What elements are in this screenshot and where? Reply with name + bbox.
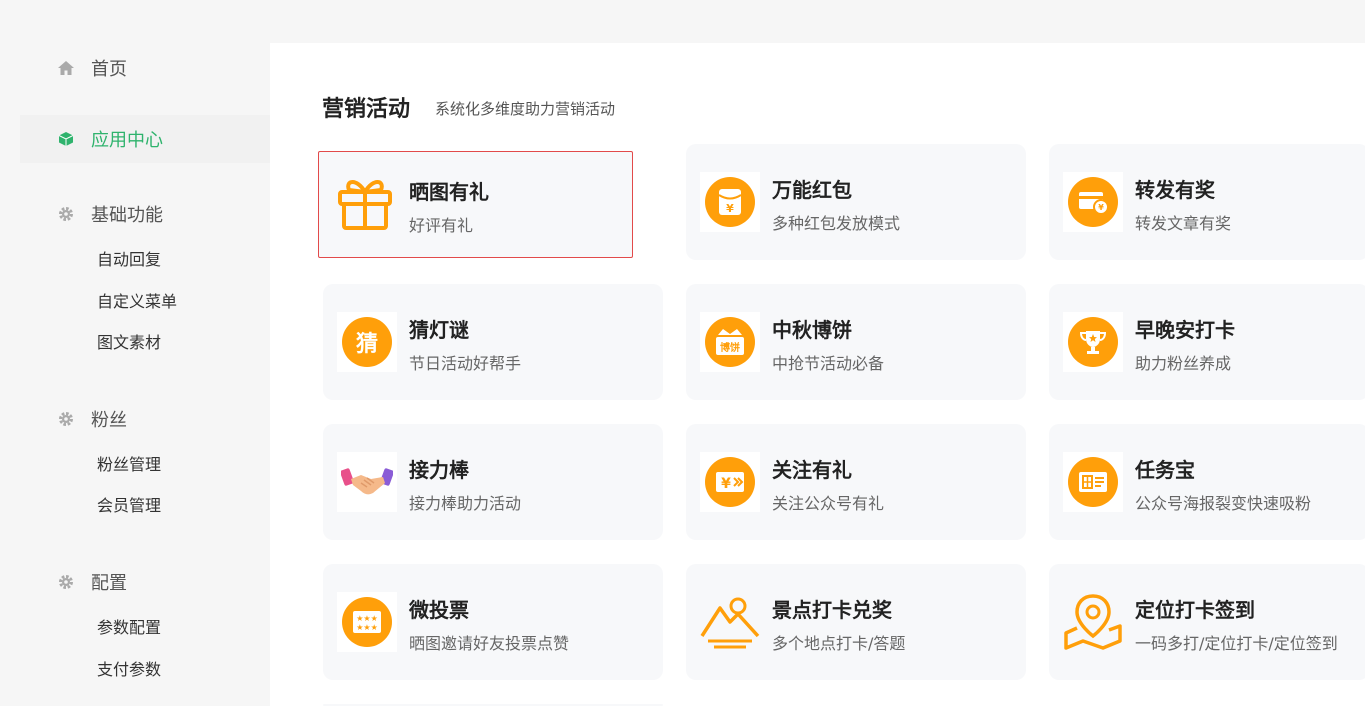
card-photo-gift[interactable]: 晒图有礼 好评有礼 [318,151,633,258]
red-envelope-icon: ¥ [700,172,760,232]
gear-icon [57,573,75,591]
card-red-envelope[interactable]: ¥ 万能红包 多种红包发放模式 [686,144,1026,260]
nav-basic-label: 基础功能 [91,205,163,226]
card-relay-baton[interactable]: 接力棒 接力棒助力活动 [323,424,663,540]
mountain-icon [700,592,760,652]
nav-home-label: 首页 [91,59,127,80]
cube-icon [57,130,75,148]
svg-text:博饼: 博饼 [720,341,740,354]
card-task-treasure[interactable]: 任务宝 公众号海报裂变快速吸粉 [1049,424,1365,540]
card-title: 景点打卡兑奖 [772,598,892,622]
nav-home[interactable]: 首页 [0,44,270,92]
nav-basic[interactable]: 基础功能 [0,190,270,238]
nav-fans[interactable]: 粉丝 [0,395,270,443]
card-desc: 关注公众号有礼 [772,494,885,513]
follow-gift-icon: ¥ [700,452,760,512]
card-share-reward[interactable]: ¥ 转发有奖 转发文章有奖 [1049,144,1365,260]
card-desc: 转发文章有奖 [1135,214,1232,233]
vote-icon: ★★★ ★★★ [337,592,397,652]
card-mid-autumn-dice[interactable]: 博饼 中秋博饼 中抢节活动必备 [686,284,1026,400]
card-lantern-riddle[interactable]: 猜 猜灯谜 节日活动好帮手 [323,284,663,400]
card-morning-checkin[interactable]: 早晚安打卡 助力粉丝养成 [1049,284,1365,400]
handshake-icon [337,452,397,512]
card-location-checkin[interactable]: 定位打卡签到 一码多打/定位打卡/定位签到 [1049,564,1365,680]
task-icon [1063,452,1123,512]
svg-text:¥: ¥ [721,476,731,492]
section-title: 营销活动 [322,97,411,122]
riddle-icon: 猜 [337,312,397,372]
location-pin-icon [1063,592,1123,652]
svg-text:¥: ¥ [726,202,734,215]
nav-member-management[interactable]: 会员管理 [97,494,161,518]
card-desc: 接力棒助力活动 [409,494,522,513]
nav-config[interactable]: 配置 [0,558,270,606]
nav-payment-params[interactable]: 支付参数 [97,658,161,682]
card-follow-gift[interactable]: ¥ 关注有礼 关注公众号有礼 [686,424,1026,540]
card-title: 早晚安打卡 [1135,318,1235,342]
nav-param-config[interactable]: 参数配置 [97,616,161,640]
nav-fans-label: 粉丝 [91,410,127,431]
card-title: 晒图有礼 [409,180,489,204]
gear-icon [57,410,75,428]
home-icon [57,59,75,77]
card-title: 万能红包 [772,178,852,202]
main-panel: 营销活动 系统化多维度助力营销活动 晒图有礼 好评有礼 ¥ 万能红包 多种红包发… [270,43,1365,706]
nav-media-material[interactable]: 图文素材 [97,331,161,355]
nav-auto-reply[interactable]: 自动回复 [97,248,161,272]
card-title: 微投票 [409,598,469,622]
card-desc: 节日活动好帮手 [409,354,522,373]
share-reward-icon: ¥ [1063,172,1123,232]
svg-text:★★★: ★★★ [356,614,378,623]
card-desc: 多种红包发放模式 [772,214,901,233]
card-desc: 中抢节活动必备 [772,354,885,373]
nav-app-center-label: 应用中心 [91,130,163,151]
svg-text:★★★: ★★★ [356,623,378,632]
card-micro-vote[interactable]: ★★★ ★★★ 微投票 晒图邀请好友投票点赞 [323,564,663,680]
mooncake-icon: 博饼 [700,312,760,372]
card-title: 中秋博饼 [772,318,852,342]
sidebar: 首页 应用中心 基础功能 自动回复 自定义菜单 图文素材 粉丝 粉丝管理 会员管… [0,0,270,706]
gear-icon [57,205,75,223]
nav-app-center[interactable]: 应用中心 [20,115,270,163]
card-desc: 好评有礼 [409,216,474,235]
card-title: 定位打卡签到 [1135,598,1255,622]
section-subtitle: 系统化多维度助力营销活动 [435,100,616,118]
card-title: 接力棒 [409,458,469,482]
card-scenic-checkin[interactable]: 景点打卡兑奖 多个地点打卡/答题 [686,564,1026,680]
trophy-icon [1063,312,1123,372]
nav-config-label: 配置 [91,573,127,594]
nav-fans-management[interactable]: 粉丝管理 [97,453,161,477]
nav-custom-menu[interactable]: 自定义菜单 [97,290,177,314]
card-desc: 公众号海报裂变快速吸粉 [1135,494,1312,513]
svg-text:¥: ¥ [1098,203,1104,212]
card-desc: 多个地点打卡/答题 [772,634,906,653]
gift-icon [335,172,395,232]
card-title: 猜灯谜 [409,318,469,342]
card-title: 任务宝 [1135,458,1195,482]
card-desc: 一码多打/定位打卡/定位签到 [1135,634,1338,653]
card-desc: 助力粉丝养成 [1135,354,1232,373]
card-title: 转发有奖 [1135,178,1215,202]
card-desc: 晒图邀请好友投票点赞 [409,634,570,653]
card-title: 关注有礼 [772,458,852,482]
